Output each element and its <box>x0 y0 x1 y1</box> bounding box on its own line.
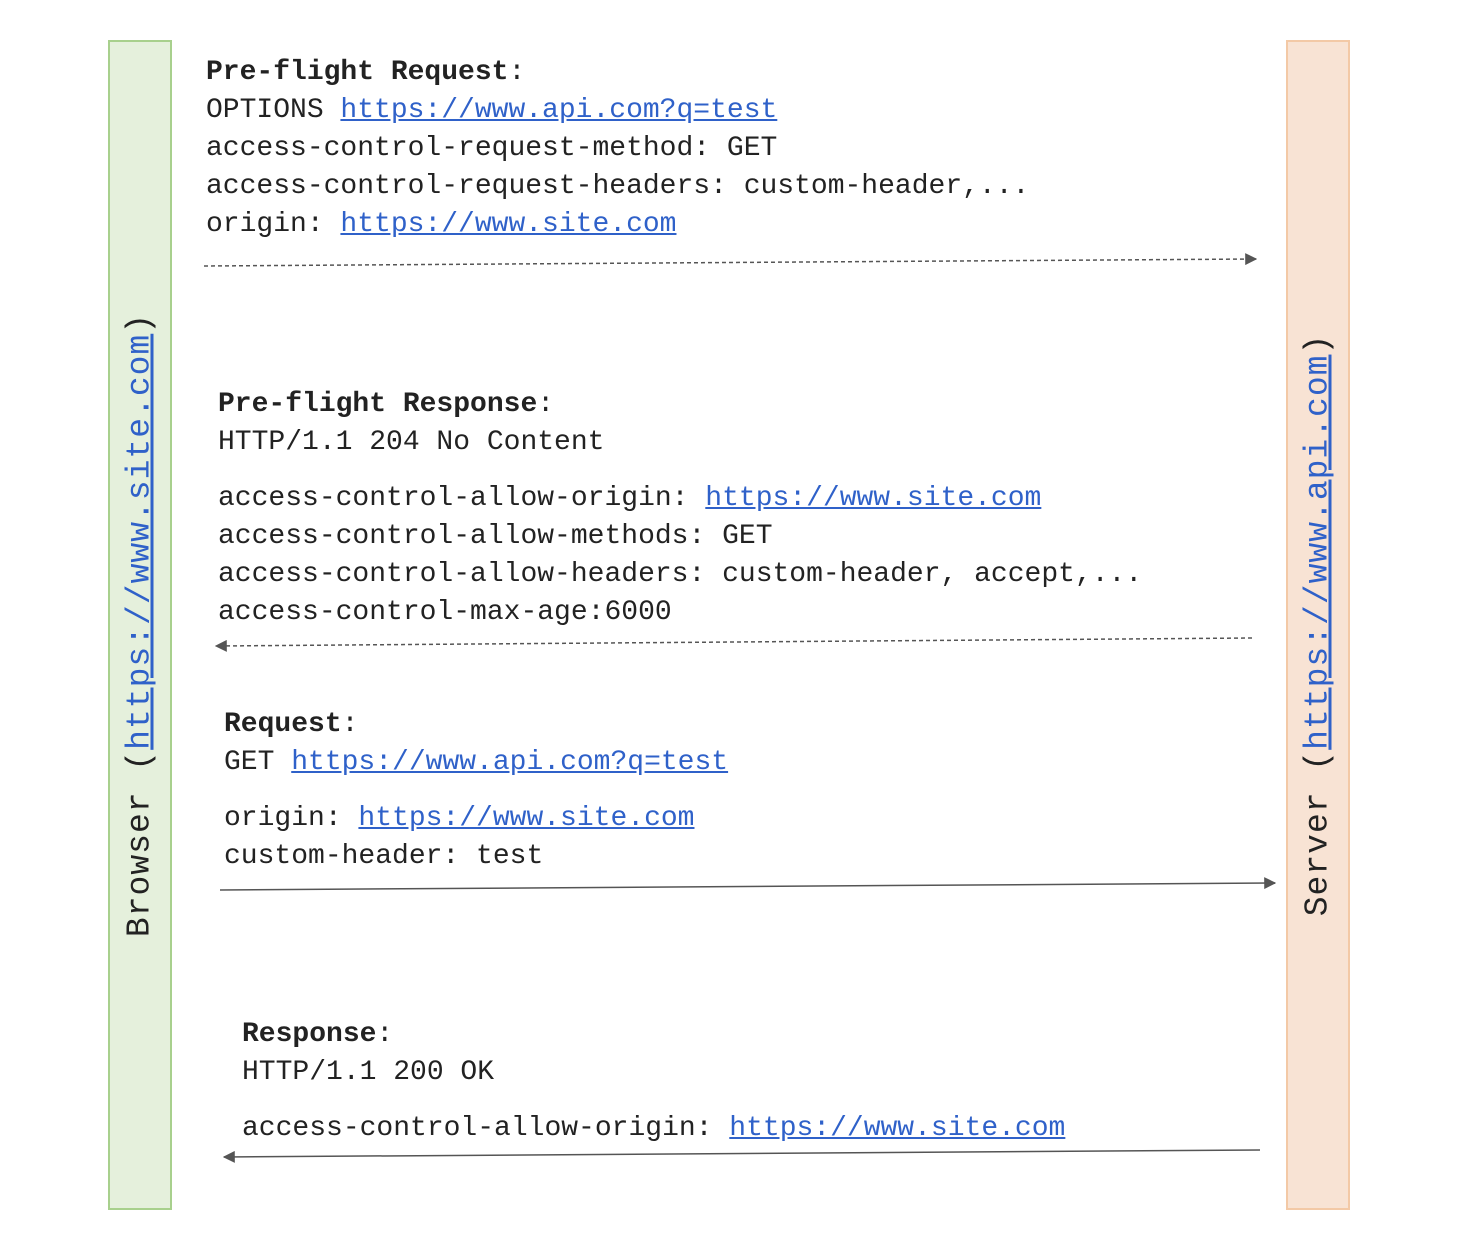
response-arrow <box>222 1149 1261 1163</box>
request-arrow <box>219 877 1277 891</box>
preflight-response-arrow <box>214 637 1253 652</box>
arrows-layer <box>203 253 1277 1163</box>
preflight-request-arrow <box>203 253 1258 267</box>
